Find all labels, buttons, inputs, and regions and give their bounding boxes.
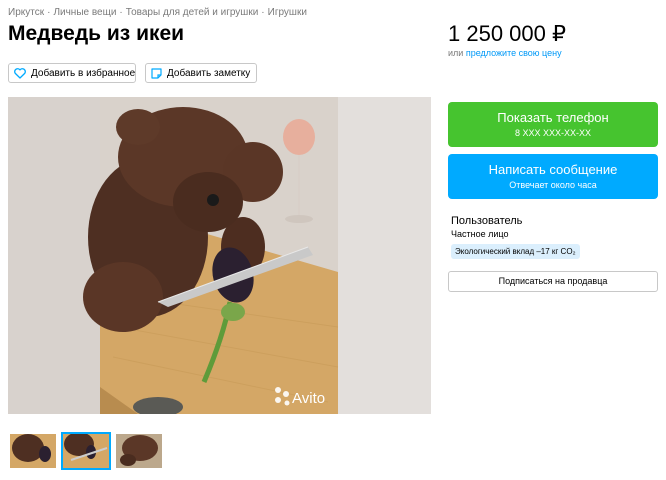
thumbnail-strip [8,432,164,470]
heart-icon [14,67,26,79]
price-or-text: или [448,48,464,58]
price: 1 250 000 ₽ [448,21,566,46]
note-icon [151,67,162,79]
subscribe-seller-button[interactable]: Подписаться на продавца [448,271,658,292]
breadcrumb-personal-items[interactable]: Личные вещи [53,7,116,18]
seller-name[interactable]: Пользователь [451,215,522,227]
breadcrumb-kids-goods[interactable]: Товары для детей и игрушки [126,7,259,18]
eco-contribution-badge: Экологический вклад –17 кг CO₂ [451,244,580,259]
avito-watermark-text: Avito [292,390,325,407]
add-to-favorites-button[interactable]: Добавить в избранное [8,63,136,83]
masked-phone-number: 8 XXX XXX-XX-XX [514,128,592,138]
write-message-button[interactable]: Написать сообщение Отвечает около часа [448,154,658,199]
seller-type: Частное лицо [451,229,509,239]
breadcrumb: Иркутск · Личные вещи · Товары для детей и и… [8,7,307,18]
thumbnail[interactable] [114,432,164,470]
offer-price-link[interactable]: предложите свою цену [466,48,562,58]
thumbnail[interactable] [8,432,58,470]
show-phone-label: Показать телефон [497,110,609,125]
show-phone-button[interactable]: Показать телефон 8 XXX XXX-XX-XX [448,102,658,147]
price-offer-line: или предложите свою цену [448,48,562,58]
breadcrumb-separator: · [47,7,51,18]
add-note-button[interactable]: Добавить заметку [145,63,257,83]
listing-title: Медведь из икеи [8,22,185,45]
main-photo[interactable]: Avito [8,97,431,414]
photo-bear-with-knife: Avito [8,97,431,414]
breadcrumb-separator: · [261,7,265,18]
breadcrumb-separator: · [119,7,123,18]
add-to-favorites-label: Добавить в избранное [31,67,136,79]
write-message-label: Написать сообщение [488,162,618,177]
breadcrumb-toys[interactable]: Игрушки [268,7,307,18]
response-time: Отвечает около часа [509,180,597,190]
add-note-label: Добавить заметку [167,67,251,79]
thumbnail-active[interactable] [61,432,111,470]
breadcrumb-city[interactable]: Иркутск [8,7,44,18]
